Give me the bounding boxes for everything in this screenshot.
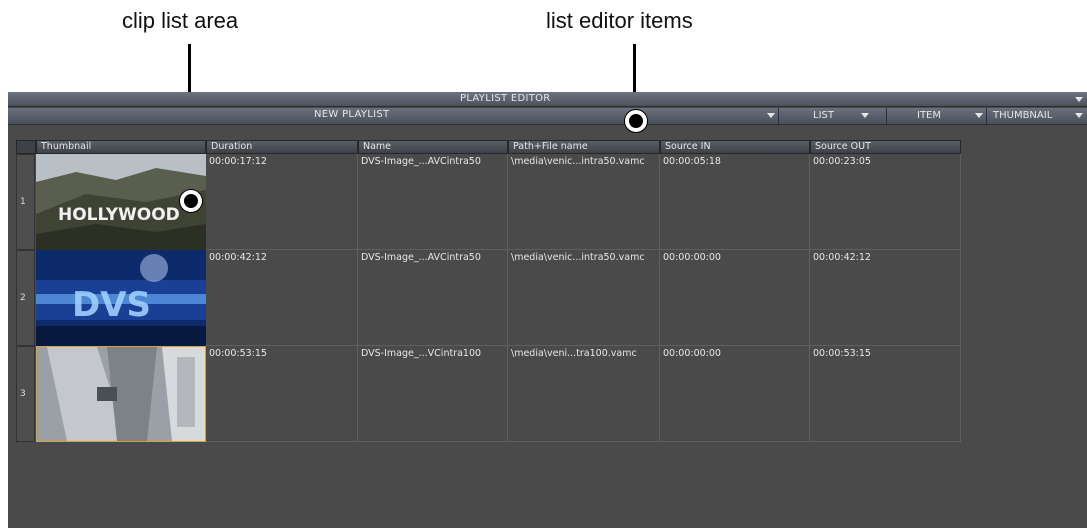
cell-path: \media\venic...intra50.vamc bbox=[508, 154, 660, 250]
menu-item-button[interactable]: ITEM bbox=[886, 108, 987, 124]
row-number: 1 bbox=[16, 154, 35, 250]
cell-source-out: 00:00:23:05 bbox=[810, 154, 961, 250]
window-title: PLAYLIST EDITOR bbox=[460, 93, 551, 104]
svg-text:HOLLYWOOD: HOLLYWOOD bbox=[58, 205, 180, 225]
callout-clip-list-area: clip list area bbox=[122, 8, 239, 33]
menu-thumbnail-dropdown-icon bbox=[1075, 113, 1083, 118]
playlist-dropdown-icon[interactable] bbox=[767, 113, 775, 118]
menu-item-dropdown-icon bbox=[975, 113, 983, 118]
cell-source-in: 00:00:00:00 bbox=[660, 250, 810, 346]
title-bar: PLAYLIST EDITOR bbox=[8, 92, 1087, 107]
column-header-thumbnail[interactable]: Thumbnail bbox=[36, 140, 206, 154]
playlist-name[interactable]: NEW PLAYLIST bbox=[314, 109, 389, 120]
row-number: 2 bbox=[16, 250, 35, 346]
callout-dot-left bbox=[180, 190, 202, 212]
menu-list-label: LIST bbox=[813, 110, 834, 121]
menu-thumbnail-button[interactable]: THUMBNAIL bbox=[986, 108, 1087, 124]
menu-list-button[interactable]: LIST bbox=[778, 108, 881, 124]
menu-list-dropdown-icon bbox=[861, 113, 869, 118]
column-header-source-out[interactable]: Source OUT bbox=[810, 140, 961, 154]
row-number: 3 bbox=[16, 346, 35, 442]
thumbnail-dvs-logo-blue[interactable]: DVS bbox=[36, 250, 206, 346]
column-header-source-in[interactable]: Source IN bbox=[660, 140, 810, 154]
cell-duration: 00:00:42:12 bbox=[206, 250, 358, 346]
row-number-label: 1 bbox=[20, 197, 26, 208]
cell-source-in: 00:00:05:18 bbox=[660, 154, 810, 250]
row-number-label: 2 bbox=[20, 293, 26, 304]
cell-path: \media\veni...tra100.vamc bbox=[508, 346, 660, 442]
cell-name: DVS-Image_...VCintra100 bbox=[358, 346, 508, 442]
cell-duration: 00:00:17:12 bbox=[206, 154, 358, 250]
cell-path: \media\venic...intra50.vamc bbox=[508, 250, 660, 346]
column-header-name[interactable]: Name bbox=[358, 140, 508, 154]
header-corner bbox=[16, 140, 36, 154]
playlist-editor-window: PLAYLIST EDITOR NEW PLAYLIST LIST ITEM T… bbox=[8, 92, 1087, 528]
menu-item-label: ITEM bbox=[917, 110, 942, 121]
cell-name: DVS-Image_...AVCintra50 bbox=[358, 250, 508, 346]
thumbnail-building-facade[interactable] bbox=[36, 346, 206, 442]
cell-source-out: 00:00:53:15 bbox=[810, 346, 961, 442]
row-number-label: 3 bbox=[20, 389, 26, 400]
cell-duration: 00:00:53:15 bbox=[206, 346, 358, 442]
cell-source-out: 00:00:42:12 bbox=[810, 250, 961, 346]
title-dropdown-icon[interactable] bbox=[1075, 97, 1083, 102]
column-header-duration[interactable]: Duration bbox=[206, 140, 358, 154]
svg-text:DVS: DVS bbox=[72, 285, 151, 325]
cell-name: DVS-Image_...AVCintra50 bbox=[358, 154, 508, 250]
cell-source-in: 00:00:00:00 bbox=[660, 346, 810, 442]
column-header-path[interactable]: Path+File name bbox=[508, 140, 660, 154]
callout-list-editor-items: list editor items bbox=[546, 8, 693, 33]
menu-thumbnail-label: THUMBNAIL bbox=[993, 110, 1053, 121]
callout-dot-right bbox=[625, 110, 647, 132]
